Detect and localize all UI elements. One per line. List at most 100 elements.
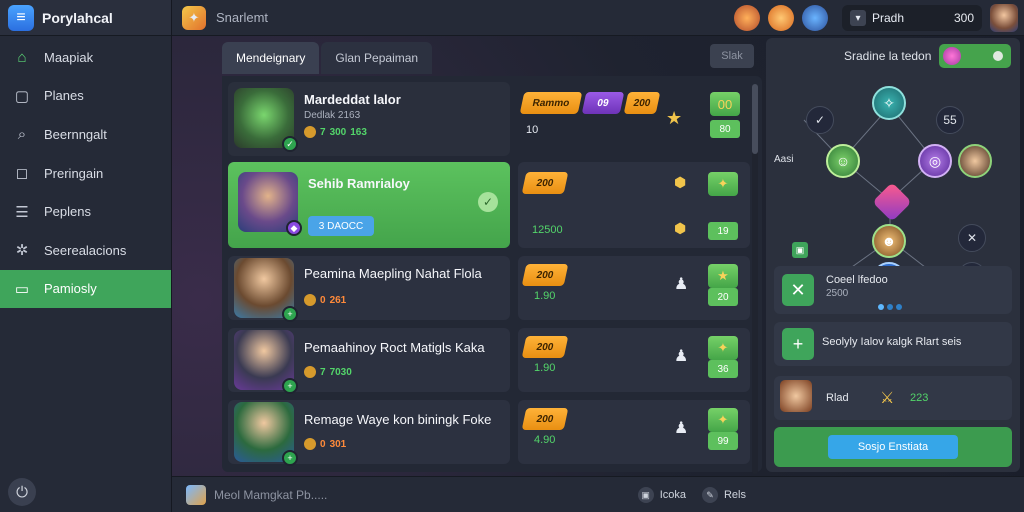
list-item[interactable]: + Peamina Maepling Nahat Flola 0 261 200… bbox=[228, 256, 750, 322]
row-left: ✓ Mardeddat lalor Dedlak 2163 7 300 163 bbox=[228, 82, 510, 156]
skill-node-arrows[interactable]: ✕ bbox=[958, 224, 986, 252]
sidebar-item-list[interactable]: ☰ Peplens bbox=[0, 192, 171, 231]
row-right: Rammo 09 200 10 ★ 00 80 bbox=[518, 82, 750, 156]
row-value: 1.90 bbox=[534, 290, 556, 302]
skill-node-top[interactable]: ✧ bbox=[872, 86, 906, 120]
price-chip[interactable]: 200 bbox=[521, 264, 569, 286]
item-list: ✓ Mardeddat lalor Dedlak 2163 7 300 163 … bbox=[222, 76, 762, 472]
skill-node-check[interactable]: ✓ bbox=[806, 106, 834, 134]
badge-icon: ◆ bbox=[286, 220, 302, 236]
wallet-display[interactable]: ▾ Pradh 300 bbox=[842, 5, 982, 31]
claim-button[interactable]: ★ bbox=[708, 264, 738, 288]
app-logo-icon[interactable]: ≡ bbox=[8, 4, 34, 31]
tab-mendeignary[interactable]: Mendeignary bbox=[222, 42, 320, 74]
skill-node-bottom[interactable]: ☻ bbox=[872, 224, 906, 258]
row-title: Pemaahinoy Roct Matigls Kaka bbox=[304, 340, 485, 355]
sidebar-item-home[interactable]: ⌂ Maapiak bbox=[0, 38, 171, 77]
sidebar-item-messages[interactable]: ◻ Preringain bbox=[0, 154, 171, 193]
row-value: 4.90 bbox=[534, 434, 556, 446]
footer-link[interactable]: ▣ Icoka bbox=[637, 487, 686, 503]
info-card[interactable]: + Seolyly Ialov kalgk Rlart seis bbox=[774, 322, 1012, 366]
footer-links: ▣ Icoka ✎ Rels bbox=[637, 487, 746, 503]
scrollbar-thumb[interactable] bbox=[752, 84, 758, 154]
game-logo-icon[interactable]: ✦ bbox=[182, 5, 206, 30]
item-card[interactable]: Rlad ⚔ 223 bbox=[774, 376, 1012, 420]
sidebar-item-label: Seerealacions bbox=[44, 242, 127, 258]
footer-text[interactable]: Meol Mamgkat Pb..... bbox=[214, 488, 327, 502]
price-chip[interactable]: 200 bbox=[521, 172, 569, 194]
footer-app-icon bbox=[186, 484, 206, 505]
home-icon: ⌂ bbox=[17, 48, 27, 66]
sidebar-item-search[interactable]: ⌕ Beernngalt bbox=[0, 115, 171, 154]
wallet-value: 300 bbox=[953, 11, 974, 25]
character-icon: ♟ bbox=[674, 348, 689, 365]
row-side-value: 80 bbox=[710, 120, 740, 138]
row-stats: 0 301 bbox=[304, 438, 346, 450]
list-scrollbar[interactable] bbox=[752, 84, 758, 474]
row-title: Sehib Ramrialoy bbox=[308, 176, 410, 191]
card-title: Coeel lfedoo bbox=[826, 274, 888, 286]
row-subtitle: Dedlak 2163 bbox=[304, 110, 361, 121]
stat-value: 7030 bbox=[329, 366, 352, 378]
fire-badge-icon[interactable] bbox=[734, 5, 760, 31]
claim-button[interactable]: ✦ bbox=[708, 408, 738, 432]
check-icon[interactable]: ✓ bbox=[478, 192, 498, 212]
footer-link-icon: ▣ bbox=[637, 487, 654, 503]
search-icon: ⌕ bbox=[17, 125, 27, 143]
skill-node-left[interactable]: ☺ bbox=[826, 144, 860, 178]
gear-icon: ✲ bbox=[15, 242, 29, 260]
skill-node-value[interactable]: 55 bbox=[936, 106, 964, 134]
tree-label: Aasi bbox=[774, 154, 794, 165]
sidebar-item-active[interactable]: ▭ Pamiosly bbox=[0, 269, 171, 309]
tab-action-button[interactable]: Slak bbox=[710, 44, 754, 68]
claim-button[interactable]: ✦ bbox=[708, 336, 738, 360]
row-title: Peamina Maepling Nahat Flola bbox=[304, 266, 482, 281]
claim-button[interactable]: 00 bbox=[710, 92, 740, 116]
chat-icon: ▢ bbox=[14, 87, 30, 105]
sidebar-item-settings[interactable]: ✲ Seerealacions bbox=[0, 231, 171, 270]
sidebar-item-label: Pamiosly bbox=[44, 281, 97, 297]
plus-icon: + bbox=[782, 328, 814, 360]
app-window: ≡ Porylahcal ⌂ Maapiak ▢ Planes ⌕ Beernn… bbox=[0, 0, 1024, 512]
price-chip[interactable]: 200 bbox=[521, 408, 569, 430]
row-title: Mardeddat lalor bbox=[304, 92, 401, 107]
crossed-swords-icon: ✕ bbox=[782, 274, 814, 306]
coin-badge-icon[interactable] bbox=[768, 5, 794, 31]
price-chip[interactable]: Rammo bbox=[519, 92, 583, 114]
price-chip[interactable]: 200 bbox=[521, 336, 569, 358]
list-item-featured[interactable]: ◆ Sehib Ramrialoy 3 DAOCC ✓ 200 12500 ⬢ … bbox=[228, 162, 750, 248]
tab-glan-pepaiman[interactable]: Glan Pepaiman bbox=[321, 42, 433, 74]
row-side-value: 36 bbox=[708, 360, 738, 378]
reward-card[interactable]: ✕ Coeel lfedoo 2500 bbox=[774, 266, 1012, 314]
avatar[interactable] bbox=[990, 4, 1018, 32]
search-field[interactable]: Snarlemt bbox=[216, 10, 416, 25]
shield-badge-icon[interactable] bbox=[802, 5, 828, 31]
coin-icon bbox=[304, 438, 316, 450]
message-icon: ◻ bbox=[15, 165, 29, 183]
coin-icon bbox=[304, 126, 316, 138]
badge-icon: + bbox=[282, 378, 298, 394]
row-left: + Pemaahinoy Roct Matigls Kaka 7 7030 bbox=[228, 328, 510, 394]
row-left: + Remage Waye kon biningk Foke 0 301 bbox=[228, 400, 510, 466]
hero-thumbnail: ✓ bbox=[234, 88, 298, 152]
row-left: ◆ Sehib Ramrialoy 3 DAOCC ✓ bbox=[228, 162, 510, 248]
footer-link[interactable]: ✎ Rels bbox=[701, 487, 746, 503]
row-value: 12500 bbox=[532, 224, 563, 236]
skill-node-portrait[interactable] bbox=[958, 144, 992, 178]
list-item[interactable]: ✓ Mardeddat lalor Dedlak 2163 7 300 163 … bbox=[228, 82, 750, 156]
list-item[interactable]: + Pemaahinoy Roct Matigls Kaka 7 7030 20… bbox=[228, 328, 750, 394]
power-icon[interactable]: ⏻ bbox=[8, 478, 36, 506]
price-chip[interactable]: 200 bbox=[623, 92, 661, 114]
sidebar-item-planes[interactable]: ▢ Planes bbox=[0, 77, 171, 116]
pager-dots[interactable] bbox=[878, 304, 902, 310]
gem-chip[interactable]: 09 bbox=[581, 92, 625, 114]
list-item[interactable]: + Remage Waye kon biningk Foke 0 301 200… bbox=[228, 400, 750, 466]
action-pill-button[interactable]: 3 DAOCC bbox=[308, 216, 374, 236]
skill-node-purple[interactable]: ◎ bbox=[918, 144, 952, 178]
feature-toggle[interactable] bbox=[939, 44, 1012, 68]
start-button[interactable]: Sosjo Enstiata bbox=[828, 435, 958, 459]
claim-button[interactable]: ✦ bbox=[708, 172, 738, 196]
tree-mini-badge: ▣ bbox=[792, 242, 808, 258]
character-icon: ♟ bbox=[674, 420, 689, 437]
row-side-value: 19 bbox=[708, 222, 738, 240]
